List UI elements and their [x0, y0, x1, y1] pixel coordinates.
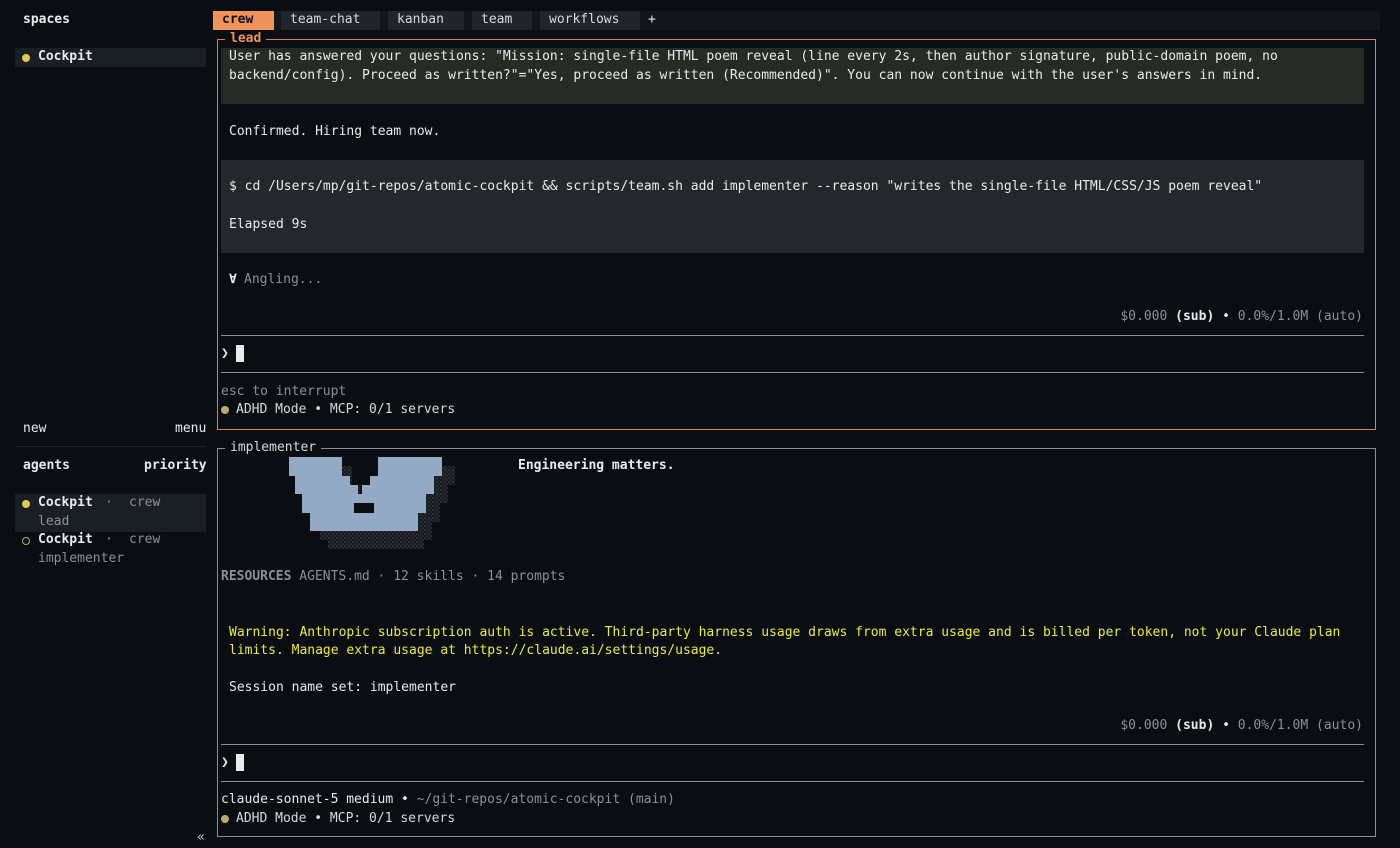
agent-group: crew — [129, 495, 161, 510]
agent-space-name: Cockpit — [38, 495, 93, 510]
agent-separator: · — [105, 532, 113, 547]
implementer-pane-title: implementer — [225, 439, 322, 458]
user-answer-line1: User has answered your questions: "Missi… — [229, 49, 1278, 64]
command-text: $ cd /Users/mp/git-repos/atomic-cockpit … — [229, 179, 1263, 194]
cost: $0.000 — [1120, 718, 1168, 733]
warning-line2: limits. Manage extra usage at https://cl… — [229, 643, 723, 658]
model-bullet: • — [401, 792, 409, 807]
lead-status-line: ADHD Mode • MCP: 0/1 servers — [236, 402, 456, 417]
assistant-message: Confirmed. Hiring team now. — [229, 124, 441, 139]
tab-kanban[interactable]: kanban — [388, 11, 464, 30]
spinner-icon: ∀ — [229, 272, 237, 287]
tab-team[interactable]: team — [472, 11, 532, 30]
agent-item-lead[interactable]: Cockpit · crew lead — [15, 494, 206, 532]
agent-item-implementer[interactable]: Cockpit · crew implementer — [15, 531, 206, 569]
agent-separator: · — [105, 495, 113, 510]
agent-role: lead — [38, 514, 70, 529]
agent-idle-dot-icon — [22, 537, 30, 545]
lead-pane-title: lead — [225, 30, 267, 49]
add-tab-button[interactable]: + — [648, 11, 656, 30]
mode-dot-icon — [221, 406, 229, 414]
implementer-input-top-border — [221, 744, 1364, 745]
tab-team-chat[interactable]: team-chat — [281, 11, 380, 30]
lead-prompt-icon: ❯ — [221, 346, 229, 361]
space-status-dot-icon — [22, 54, 30, 62]
lead-input-cursor[interactable] — [236, 345, 244, 362]
bullet: • — [1222, 718, 1230, 733]
implementer-input-bottom-border — [221, 781, 1364, 782]
agent-space-name: Cockpit — [38, 532, 93, 547]
cost: $0.000 — [1120, 309, 1168, 324]
sidebar-divider — [15, 446, 206, 447]
agent-active-dot-icon — [22, 500, 30, 508]
spaces-title: spaces — [23, 12, 70, 27]
warning-line1: Warning: Anthropic subscription auth is … — [229, 625, 1341, 640]
tab-crew[interactable]: crew — [213, 11, 274, 30]
model-line: claude-sonnet-5 medium • ~/git-repos/ato… — [221, 791, 675, 810]
usage: 0.0%/1.0M (auto) — [1237, 718, 1363, 733]
implementer-input-cursor[interactable] — [236, 754, 244, 771]
agent-role: implementer — [38, 551, 125, 566]
implementer-tagline: Engineering matters. — [518, 458, 675, 473]
resources-value: AGENTS.md · 12 skills · 14 prompts — [299, 569, 566, 584]
agent-group: crew — [129, 532, 161, 547]
resources-line: RESOURCES AGENTS.md · 12 skills · 14 pro… — [221, 568, 565, 587]
tab-workflows[interactable]: workflows — [540, 11, 640, 30]
bullet: • — [1222, 309, 1230, 324]
implementer-status-line: ADHD Mode • MCP: 0/1 servers — [236, 811, 456, 826]
menu-button[interactable]: menu — [175, 420, 206, 439]
command-block — [221, 160, 1364, 253]
harness-logo-icon — [289, 457, 455, 549]
lead-input-top-border — [221, 335, 1364, 336]
user-answer-line2: backend/config). Proceed as written?"="Y… — [229, 68, 1263, 83]
implementer-prompt-icon: ❯ — [221, 755, 229, 770]
model-name: claude-sonnet-5 medium — [221, 792, 394, 807]
implementer-usage-line: $0.000 (sub) • 0.0%/1.0M (auto) — [1120, 717, 1363, 736]
lead-usage-line: $0.000 (sub) • 0.0%/1.0M (auto) — [1120, 308, 1363, 327]
interrupt-hint: esc to interrupt — [221, 384, 347, 399]
agents-title: agents — [23, 458, 70, 473]
priority-sort-button[interactable]: priority — [144, 457, 207, 476]
sub-label: (sub) — [1175, 718, 1215, 733]
cwd: ~/git-repos/atomic-cockpit (main) — [416, 792, 675, 807]
elapsed-text: Elapsed 9s — [229, 217, 308, 232]
resources-label: RESOURCES — [221, 569, 292, 584]
mode-dot-icon — [221, 815, 229, 823]
lead-input-bottom-border — [221, 372, 1364, 373]
space-item-cockpit[interactable]: Cockpit — [15, 48, 206, 67]
collapse-sidebar-icon[interactable]: « — [197, 829, 205, 848]
spinner-text: Angling... — [244, 272, 323, 287]
sub-label: (sub) — [1175, 309, 1215, 324]
new-button[interactable]: new — [23, 420, 46, 439]
usage: 0.0%/1.0M (auto) — [1237, 309, 1363, 324]
session-name-message: Session name set: implementer — [229, 680, 456, 695]
space-name: Cockpit — [38, 49, 93, 64]
